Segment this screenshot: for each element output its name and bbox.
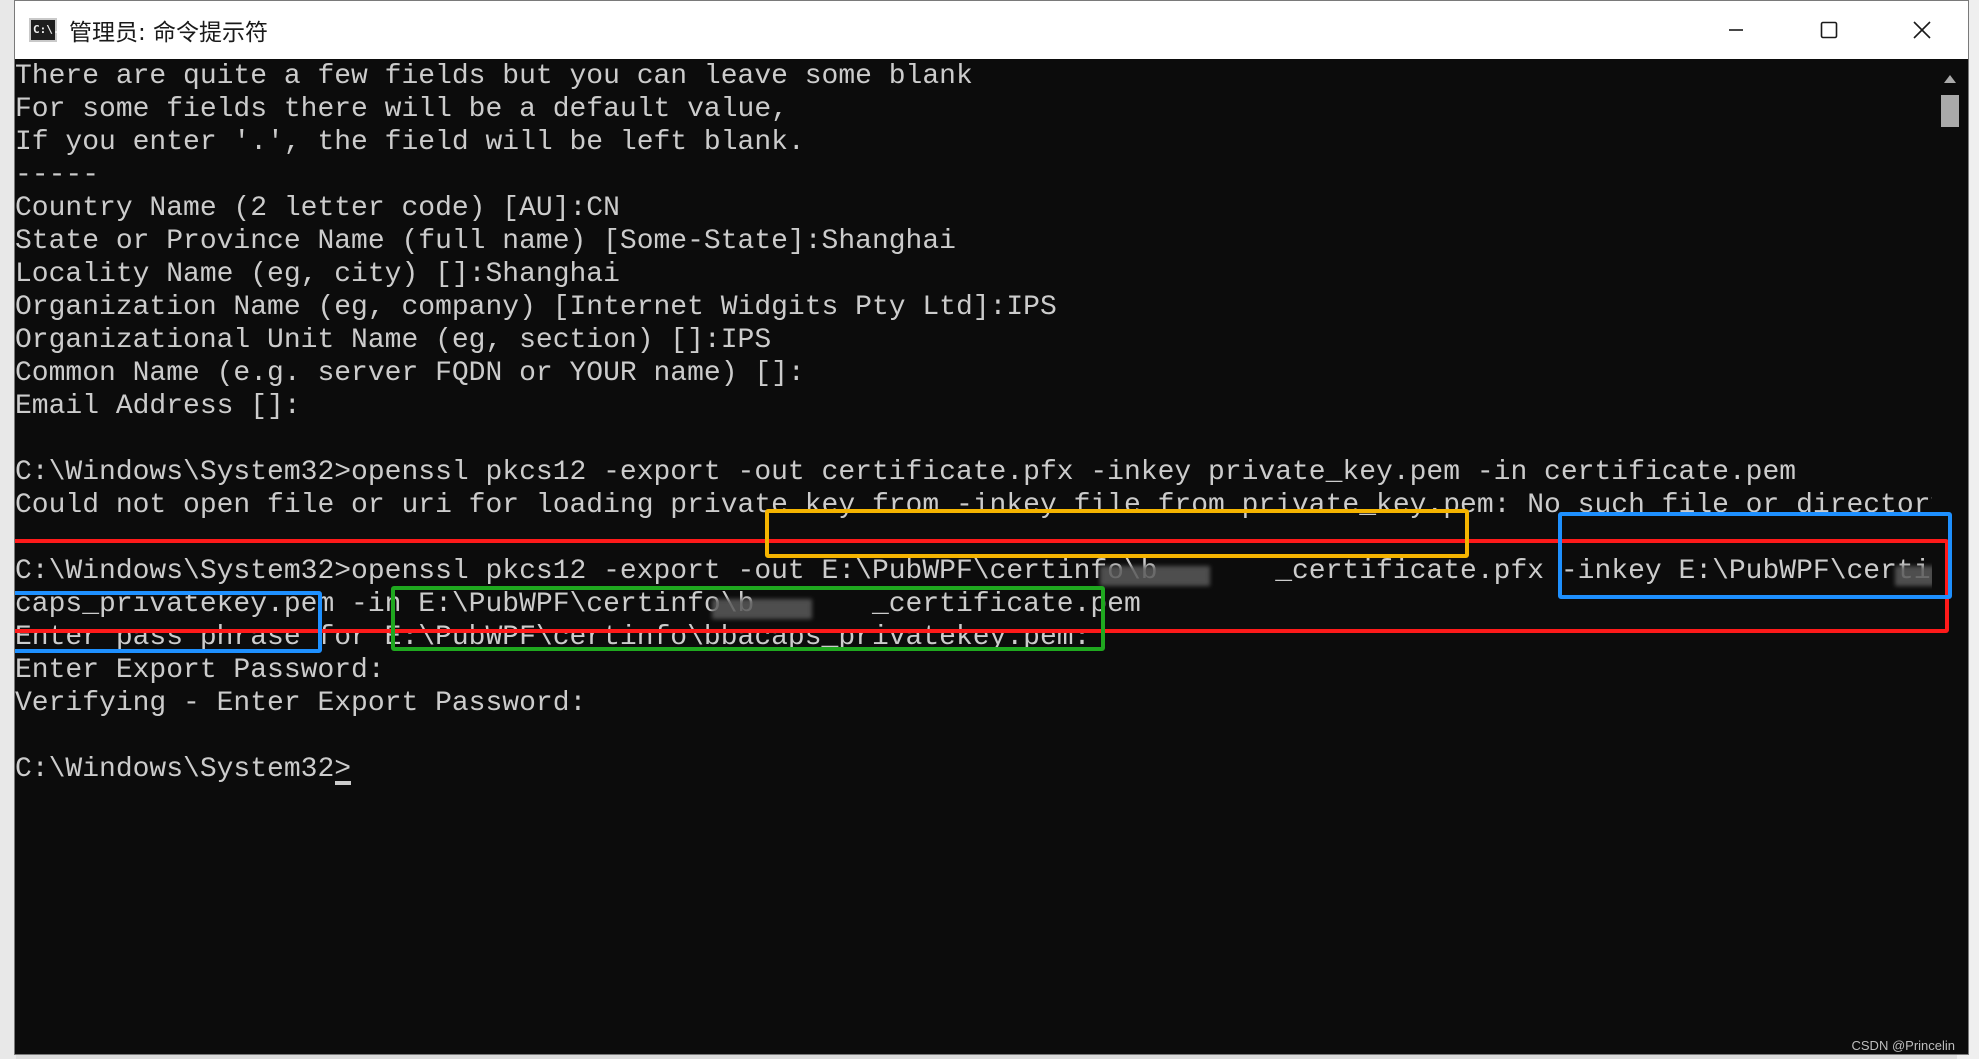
terminal-line: Organization Name (eg, company) [Interne… [15, 292, 1057, 323]
terminal-line: Locality Name (eg, city) []:Shanghai [15, 259, 620, 290]
terminal-line: ----- [15, 160, 100, 191]
annotation-box-blue-left [15, 591, 322, 653]
terminal-line: Country Name (2 letter code) [AU]:CN [15, 193, 620, 224]
annotation-box-green [391, 586, 1105, 651]
terminal-line: There are quite a few fields but you can… [15, 61, 973, 92]
cmd-window: C:\. 管理员: 命令提示符 There are quite a few fi… [14, 0, 1969, 1055]
maximize-icon [1820, 21, 1837, 39]
scroll-up-icon [1944, 75, 1956, 83]
terminal-line: If you enter '.', the field will be left… [15, 127, 805, 158]
terminal-line: C:\Windows\System32>openssl pkcs12 -expo… [15, 457, 1797, 488]
terminal-line: C:\Windows\System32> [15, 754, 352, 785]
minimize-button[interactable] [1689, 1, 1782, 59]
close-icon [1912, 21, 1931, 39]
text-cursor [335, 781, 351, 785]
title-bar[interactable]: C:\. 管理员: 命令提示符 [15, 1, 1968, 59]
scroll-thumb[interactable] [1941, 95, 1959, 127]
window-title: 管理员: 命令提示符 [69, 20, 269, 46]
minimize-icon [1728, 29, 1743, 31]
terminal-line: Organizational Unit Name (eg, section) [… [15, 325, 772, 356]
terminal-line: Email Address []: [15, 391, 301, 422]
window-controls [1689, 1, 1968, 59]
terminal-line: State or Province Name (full name) [Some… [15, 226, 956, 257]
terminal-line: For some fields there will be a default … [15, 94, 788, 125]
maximize-button[interactable] [1782, 1, 1875, 59]
close-button[interactable] [1875, 1, 1968, 59]
terminal-line: Verifying - Enter Export Password: [15, 688, 587, 719]
scroll-up-button[interactable] [1932, 65, 1968, 93]
terminal-line: Common Name (e.g. server FQDN or YOUR na… [15, 358, 805, 389]
cmd-app-icon: C:\. [29, 18, 60, 42]
annotation-box-orange [765, 509, 1469, 558]
terminal-line: Enter Export Password: [15, 655, 385, 686]
annotation-box-blue-right [1558, 512, 1952, 599]
watermark-text: CSDN @Princelin [1851, 1038, 1956, 1053]
